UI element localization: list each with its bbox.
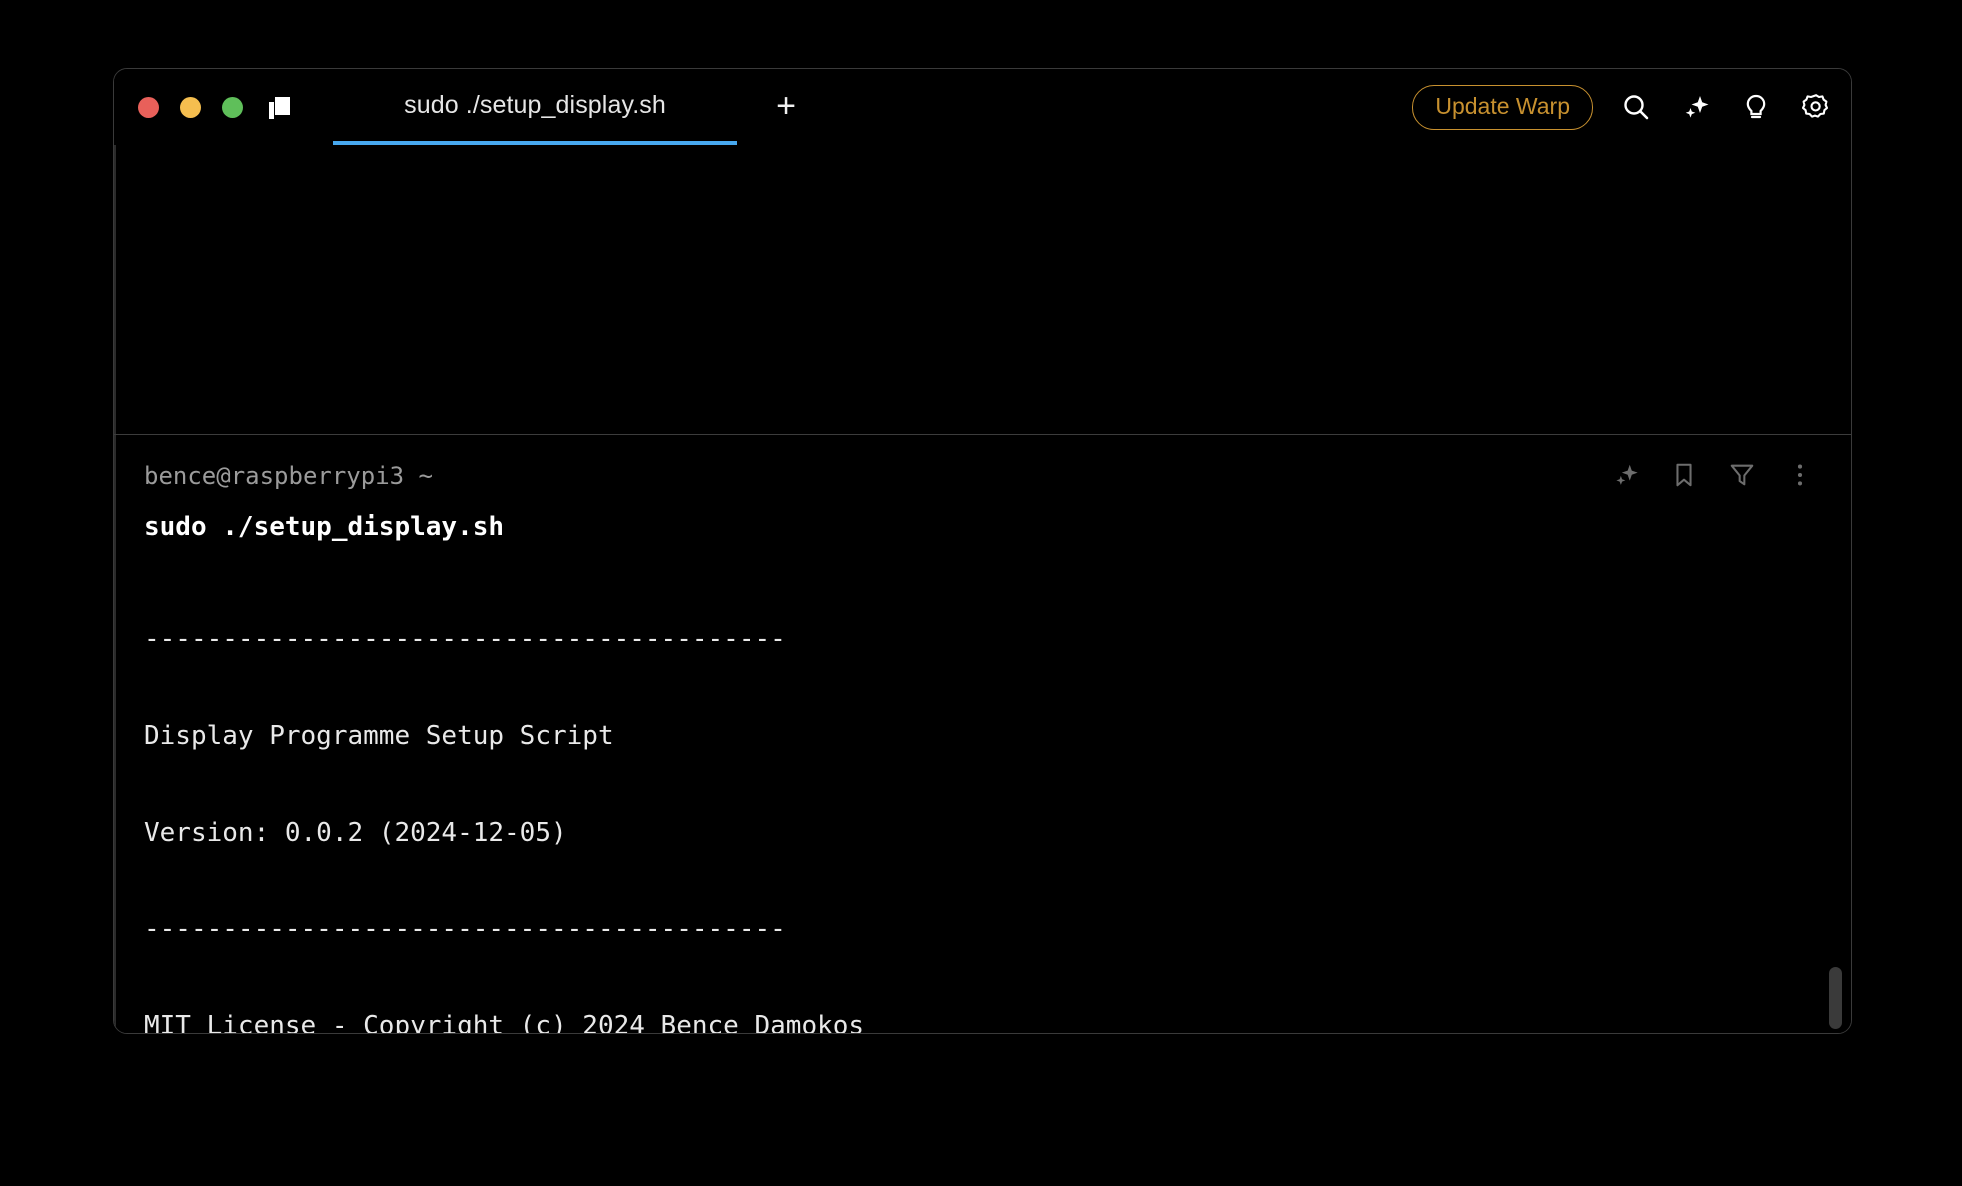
- tab-label: sudo ./setup_display.sh: [404, 90, 666, 119]
- output-line: ----------------------------------------…: [144, 914, 786, 945]
- more-options-icon[interactable]: [1785, 460, 1815, 490]
- title-bar: sudo ./setup_display.sh + Update Warp: [114, 69, 1851, 145]
- minimize-window-button[interactable]: [180, 97, 201, 118]
- terminal-window: sudo ./setup_display.sh + Update Warp be…: [113, 68, 1852, 1034]
- window-controls: [138, 97, 243, 118]
- update-warp-button[interactable]: Update Warp: [1412, 84, 1593, 130]
- search-icon[interactable]: [1619, 90, 1653, 124]
- lightbulb-icon[interactable]: [1739, 90, 1773, 124]
- filter-icon[interactable]: [1727, 460, 1757, 490]
- vertical-scrollbar[interactable]: [1829, 967, 1842, 1029]
- scrollback-empty-area: [114, 145, 1851, 434]
- command-text: sudo ./setup_display.sh: [144, 512, 505, 542]
- tab-setup-display[interactable]: sudo ./setup_display.sh: [333, 69, 737, 145]
- gear-icon[interactable]: [1799, 90, 1833, 124]
- output-line: MIT License - Copyright (c) 2024 Bence D…: [144, 1010, 865, 1034]
- output-line: ----------------------------------------…: [144, 624, 786, 655]
- command-output: ----------------------------------------…: [144, 559, 1851, 1034]
- titlebar-actions: Update Warp: [1412, 69, 1833, 145]
- command-block: bence@raspberrypi3 ~ sudo ./setup_displa…: [114, 435, 1851, 1034]
- sparkle-ai-icon[interactable]: [1679, 90, 1713, 124]
- close-window-button[interactable]: [138, 97, 159, 118]
- bookmark-icon[interactable]: [1669, 460, 1699, 490]
- sparkle-ai-icon[interactable]: [1611, 460, 1641, 490]
- terminal-body[interactable]: bence@raspberrypi3 ~ sudo ./setup_displa…: [114, 145, 1851, 1033]
- new-tab-button[interactable]: +: [769, 89, 803, 124]
- output-line: Version: 0.0.2 (2024-12-05): [144, 817, 567, 848]
- block-action-bar: [1611, 460, 1815, 490]
- shell-prompt: bence@raspberrypi3 ~: [144, 462, 433, 490]
- split-pane-icon[interactable]: [266, 95, 294, 121]
- output-line: Display Programme Setup Script: [144, 721, 614, 751]
- block-header: bence@raspberrypi3 ~: [114, 462, 1851, 502]
- maximize-window-button[interactable]: [222, 97, 243, 118]
